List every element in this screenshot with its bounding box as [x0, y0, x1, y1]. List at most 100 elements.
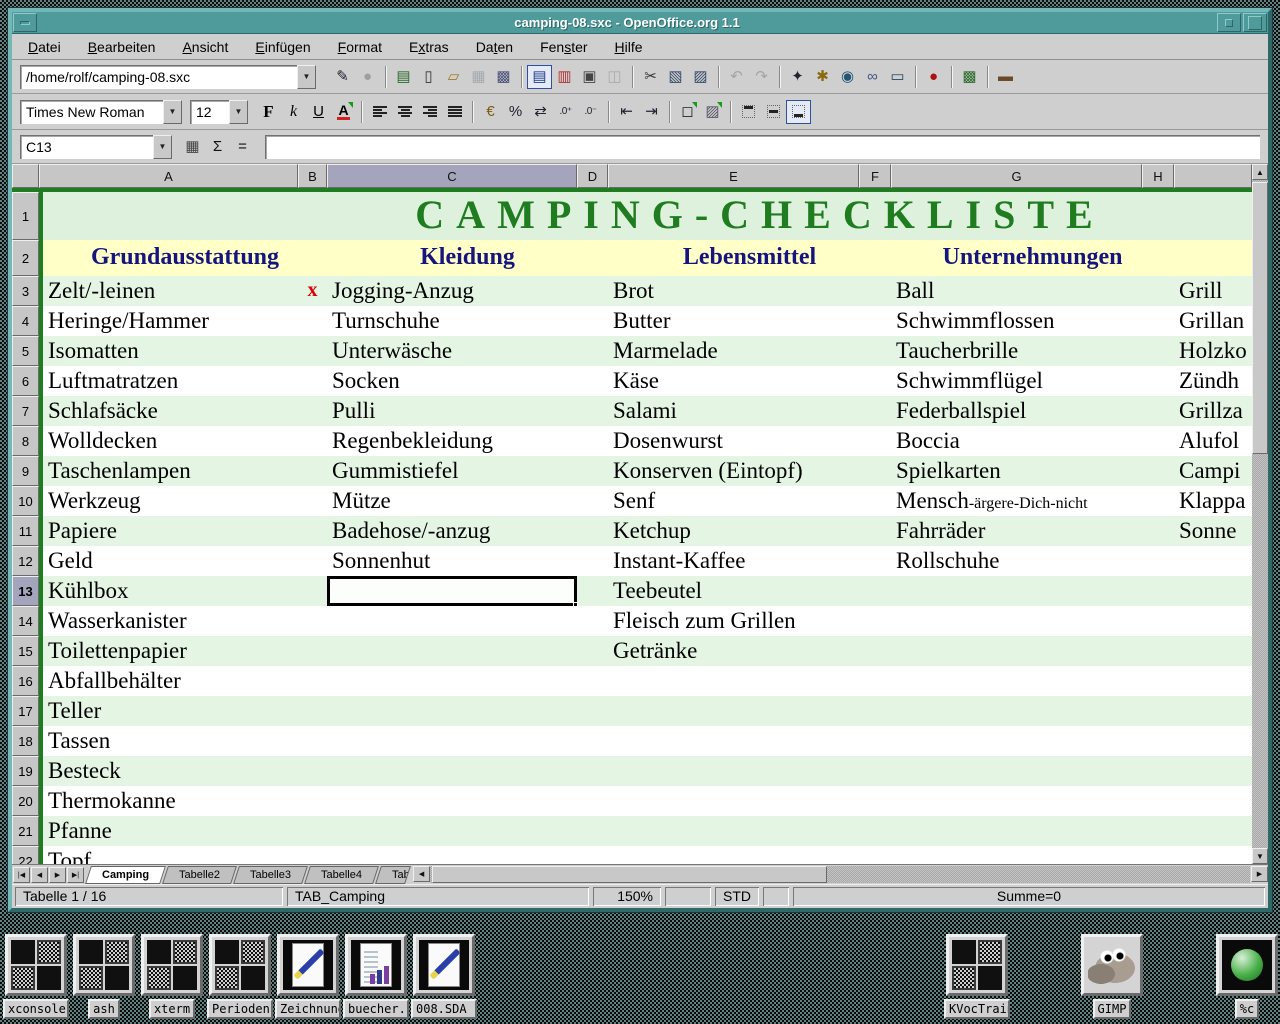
cell-B21[interactable]	[298, 816, 327, 846]
cell-I11[interactable]: Sonne	[1174, 516, 1252, 546]
sum-icon[interactable]: Σ	[205, 135, 230, 159]
cell-G20[interactable]	[891, 786, 1142, 816]
cell-F13[interactable]	[859, 576, 891, 606]
prev-sheet-button[interactable]: ◀	[31, 867, 48, 883]
cell-H16[interactable]	[1142, 666, 1174, 696]
open-document-icon[interactable]: ▱	[441, 65, 466, 89]
xaos-icon[interactable]	[1216, 934, 1278, 996]
cell-F16[interactable]	[859, 666, 891, 696]
section-header-kleidung[interactable]: Kleidung	[327, 240, 608, 276]
cell-A21[interactable]: Pfanne	[39, 816, 298, 846]
menu-fenster[interactable]: Fenster	[540, 39, 587, 55]
cell-E17[interactable]	[608, 696, 859, 726]
cell-H22[interactable]	[1142, 846, 1174, 864]
cell-I22[interactable]	[1174, 846, 1252, 864]
cell-B12[interactable]	[298, 546, 327, 576]
align-right-icon[interactable]	[417, 100, 442, 124]
cell-E4[interactable]: Butter	[608, 306, 859, 336]
cell-H13[interactable]	[1142, 576, 1174, 606]
align-center-icon[interactable]	[392, 100, 417, 124]
font-size-combo[interactable]: 12 ▼	[190, 100, 248, 124]
page-preview-icon[interactable]: ◫	[602, 65, 627, 89]
cell-C11[interactable]: Badehose/-anzug	[327, 516, 577, 546]
cell-G14[interactable]	[891, 606, 1142, 636]
cell-A13[interactable]: Kühlbox	[39, 576, 298, 606]
horizontal-scroll-thumb[interactable]	[432, 866, 827, 883]
copy-icon[interactable]: ▧	[663, 65, 688, 89]
cell-C17[interactable]	[327, 696, 577, 726]
cell-C18[interactable]	[327, 726, 577, 756]
align-left-icon[interactable]	[367, 100, 392, 124]
cell-reference-dropdown-icon[interactable]: ▼	[153, 135, 172, 159]
sheet-tab-tab[interactable]: Tab	[375, 866, 411, 884]
cell-B15[interactable]	[298, 636, 327, 666]
cell-A14[interactable]: Wasserkanister	[39, 606, 298, 636]
cell-I4[interactable]: Grillan	[1174, 306, 1252, 336]
corner-header[interactable]	[12, 164, 39, 188]
cell-I13[interactable]	[1174, 576, 1252, 606]
cell-E18[interactable]	[608, 726, 859, 756]
cell-E5[interactable]: Marmelade	[608, 336, 859, 366]
cell-I10[interactable]: Klappa	[1174, 486, 1252, 516]
new-from-template-icon[interactable]: ▤	[391, 65, 416, 89]
cell-E22[interactable]	[608, 846, 859, 864]
cell-D7[interactable]	[577, 396, 608, 426]
cell-A19[interactable]: Besteck	[39, 756, 298, 786]
delete-decimal-icon[interactable]: .0⁻	[578, 100, 603, 124]
url-combo[interactable]: /home/rolf/camping-08.sxc ▼	[20, 65, 316, 89]
cell-F18[interactable]	[859, 726, 891, 756]
row-header-14[interactable]: 14	[12, 606, 39, 636]
url-dropdown-icon[interactable]: ▼	[297, 65, 316, 89]
iconify-button[interactable]	[1217, 13, 1241, 32]
cell-H8[interactable]	[1142, 426, 1174, 456]
cell-G18[interactable]	[891, 726, 1142, 756]
cell-G3[interactable]: Ball	[891, 276, 1142, 306]
cell-B9[interactable]	[298, 456, 327, 486]
row-header-22[interactable]: 22	[12, 846, 39, 864]
cell-H12[interactable]	[1142, 546, 1174, 576]
row-header-11[interactable]: 11	[12, 516, 39, 546]
cell-B10[interactable]	[298, 486, 327, 516]
stop-loading-icon[interactable]: ●	[355, 65, 380, 89]
scroll-down-icon[interactable]: ▼	[1252, 848, 1268, 864]
cell-H7[interactable]	[1142, 396, 1174, 426]
row-header-5[interactable]: 5	[12, 336, 39, 366]
cell-H11[interactable]	[1142, 516, 1174, 546]
cell-E3[interactable]: Brot	[608, 276, 859, 306]
status-zoom-level[interactable]: 150%	[593, 887, 661, 906]
cell-A10[interactable]: Werkzeug	[39, 486, 298, 516]
export-pdf-icon[interactable]: ▥	[552, 65, 577, 89]
cell-B20[interactable]	[298, 786, 327, 816]
cell-D13[interactable]	[577, 576, 608, 606]
cell-D11[interactable]	[577, 516, 608, 546]
cell-B5[interactable]	[298, 336, 327, 366]
sheet-tab-camping[interactable]: Camping	[85, 866, 166, 884]
cell-I17[interactable]	[1174, 696, 1252, 726]
cell-D9[interactable]	[577, 456, 608, 486]
currency-format-icon[interactable]: €	[478, 100, 503, 124]
cell-F7[interactable]	[859, 396, 891, 426]
row-header-18[interactable]: 18	[12, 726, 39, 756]
cell-G17[interactable]	[891, 696, 1142, 726]
cell-H19[interactable]	[1142, 756, 1174, 786]
hscroll-left-icon[interactable]: ◀	[413, 866, 430, 882]
cell-B19[interactable]	[298, 756, 327, 786]
cell-A15[interactable]: Toilettenpapier	[39, 636, 298, 666]
cell-I15[interactable]	[1174, 636, 1252, 666]
zoom-screen-icon[interactable]: ▭	[885, 65, 910, 89]
stylist-icon[interactable]: ✱	[810, 65, 835, 89]
cell-C12[interactable]: Sonnenhut	[327, 546, 577, 576]
cell-F6[interactable]	[859, 366, 891, 396]
cell-G4[interactable]: Schwimmflossen	[891, 306, 1142, 336]
align-vcenter-icon[interactable]	[761, 100, 786, 124]
cell-E7[interactable]: Salami	[608, 396, 859, 426]
buecher-document-icon[interactable]	[345, 934, 407, 996]
cell-G6[interactable]: Schwimmflügel	[891, 366, 1142, 396]
cell-C4[interactable]: Turnschuhe	[327, 306, 577, 336]
insert-hyperlink-icon[interactable]: ∞	[860, 65, 885, 89]
row-header-9[interactable]: 9	[12, 456, 39, 486]
cell-D12[interactable]	[577, 546, 608, 576]
cell-E15[interactable]: Getränke	[608, 636, 859, 666]
cell-E12[interactable]: Instant-Kaffee	[608, 546, 859, 576]
column-header-F[interactable]: F	[859, 164, 891, 188]
